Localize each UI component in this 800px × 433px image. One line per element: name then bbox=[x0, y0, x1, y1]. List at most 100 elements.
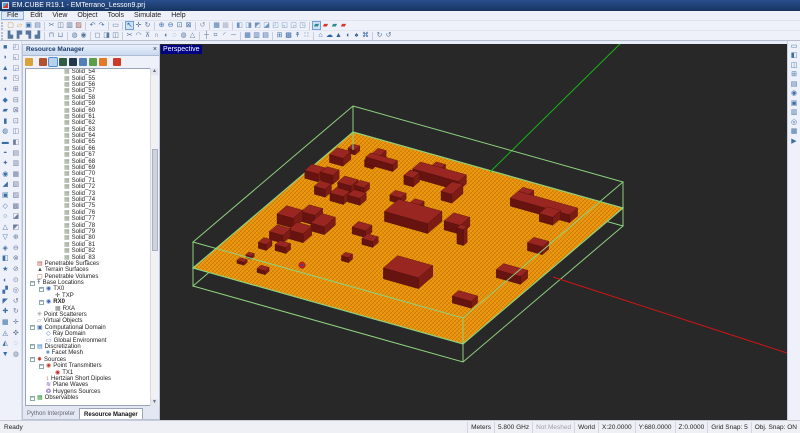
surface-shape-tool-8[interactable]: ⊡ bbox=[11, 117, 20, 126]
surface-shape-tool-28[interactable]: ✜ bbox=[11, 329, 20, 338]
solid-shape-tool-30[interactable]: ▼ bbox=[1, 350, 10, 359]
view-left-button[interactable]: ◩ bbox=[253, 21, 262, 30]
surface-shape-tool-23[interactable]: ⊙ bbox=[11, 276, 20, 285]
surface-shape-tool-5[interactable]: ⊞ bbox=[11, 85, 20, 94]
vegetation-tool[interactable]: ♠ bbox=[352, 31, 361, 40]
module-view-2-button[interactable]: ▰ bbox=[321, 21, 330, 30]
toolbar-grip[interactable] bbox=[1, 22, 4, 30]
rm-module-propagation-icon[interactable] bbox=[49, 58, 57, 66]
solid-shape-tool-12[interactable]: ✦ bbox=[1, 159, 10, 168]
draw-prism-tool[interactable]: ▜ bbox=[24, 31, 33, 40]
menu-item-view[interactable]: View bbox=[47, 11, 72, 20]
scatter-tool[interactable]: ∷ bbox=[302, 31, 311, 40]
menu-item-file[interactable]: File bbox=[1, 11, 24, 20]
solid-shape-tool-1[interactable]: ■ bbox=[1, 43, 10, 52]
draw-box-tool[interactable]: ▙ bbox=[6, 31, 15, 40]
draw-wedge-tool[interactable]: ▛ bbox=[15, 31, 24, 40]
target-button[interactable]: ◉ bbox=[790, 89, 799, 98]
surface-shape-tool-27[interactable]: ✛ bbox=[11, 318, 20, 327]
water-tool[interactable]: ◖ bbox=[343, 31, 352, 40]
revolve-tool[interactable]: ◖ bbox=[161, 31, 170, 40]
status-obj-snap[interactable]: Obj. Snap: ON bbox=[751, 422, 800, 433]
expand-minus-icon[interactable]: − bbox=[30, 281, 35, 286]
solid-shape-tool-22[interactable]: ★ bbox=[1, 265, 10, 274]
array-y-tool[interactable]: ▥ bbox=[252, 31, 261, 40]
tab-resource-manager[interactable]: Resource Manager bbox=[79, 408, 143, 419]
view-bottom-button[interactable]: ◨ bbox=[244, 21, 253, 30]
layers-button[interactable]: ▥ bbox=[790, 108, 799, 117]
rm-module-planar-icon[interactable] bbox=[69, 58, 77, 66]
loft-tool[interactable]: ∩ bbox=[152, 31, 161, 40]
solid-shape-tool-23[interactable]: ◐ bbox=[1, 276, 10, 285]
cloud-tool[interactable]: ☁ bbox=[325, 31, 334, 40]
notes-button[interactable]: ▤ bbox=[790, 80, 799, 89]
arc-tool[interactable]: ◜ bbox=[220, 31, 229, 40]
resource-manager-header[interactable]: Resource Manager × bbox=[23, 45, 159, 56]
surface-shape-tool-15[interactable]: ▨ bbox=[11, 191, 20, 200]
solid-shape-tool-28[interactable]: ◬ bbox=[1, 329, 10, 338]
solid-shape-tool-15[interactable]: ▣ bbox=[1, 191, 10, 200]
rm-project-icon[interactable] bbox=[25, 58, 33, 66]
module-view-3-button[interactable]: ▰ bbox=[330, 21, 339, 30]
globe-button[interactable]: ◎ bbox=[790, 118, 799, 127]
grid-toggle-button[interactable]: ▦ bbox=[212, 21, 221, 30]
surface-shape-tool-24[interactable]: ◎ bbox=[11, 286, 20, 295]
draw-ellipsoid-tool[interactable]: ◉ bbox=[79, 31, 88, 40]
solid-shape-tool-4[interactable]: ● bbox=[1, 74, 10, 83]
mesh-grid-tool[interactable]: ▩ bbox=[284, 31, 293, 40]
surface-shape-tool-9[interactable]: ◫ bbox=[11, 127, 20, 136]
solid-shape-tool-18[interactable]: △ bbox=[1, 223, 10, 232]
rotate-cw-tool[interactable]: ↻ bbox=[375, 31, 384, 40]
duplicate-view-button[interactable]: ◫ bbox=[790, 61, 799, 70]
solid-shape-tool-3[interactable]: ▲ bbox=[1, 64, 10, 73]
refresh-view-button[interactable]: ↺ bbox=[198, 21, 207, 30]
surface-shape-tool-17[interactable]: ◪ bbox=[11, 212, 20, 221]
solid-shape-tool-7[interactable]: ▰ bbox=[1, 106, 10, 115]
grid-points-tool[interactable]: ⌗ bbox=[211, 31, 220, 40]
solid-shape-tool-5[interactable]: ◖ bbox=[1, 85, 10, 94]
add-window-button[interactable]: ⊞ bbox=[790, 70, 799, 79]
surface-shape-tool-21[interactable]: ⊗ bbox=[11, 254, 20, 263]
sketch-button[interactable]: ◧ bbox=[790, 51, 799, 60]
zoom-out-button[interactable]: ⊖ bbox=[166, 21, 175, 30]
menu-item-edit[interactable]: Edit bbox=[25, 11, 47, 20]
base-tool[interactable]: ⌘ bbox=[361, 31, 370, 40]
close-icon[interactable]: × bbox=[153, 45, 157, 55]
toolbar-grip[interactable] bbox=[1, 32, 4, 40]
tab-python-interpreter[interactable]: Python Interpreter bbox=[23, 408, 79, 419]
cut-button[interactable]: ✂ bbox=[47, 21, 56, 30]
elevate-tool[interactable]: ↟ bbox=[293, 31, 302, 40]
surface-shape-tool-20[interactable]: ⊖ bbox=[11, 244, 20, 253]
array-grid-tool[interactable]: ▤ bbox=[261, 31, 270, 40]
surface-shape-tool-13[interactable]: ▦ bbox=[11, 170, 20, 179]
solid-shape-tool-21[interactable]: ◧ bbox=[1, 254, 10, 263]
surface-shape-tool-2[interactable]: ◱ bbox=[11, 53, 20, 62]
expand-minus-icon[interactable]: − bbox=[30, 344, 35, 349]
display-settings-button[interactable]: ▭ bbox=[790, 42, 799, 51]
module-view-1-button[interactable]: ▰ bbox=[312, 21, 321, 30]
menu-item-help[interactable]: Help bbox=[166, 11, 190, 20]
rm-module-metal-icon[interactable] bbox=[59, 58, 67, 66]
draw-uchannel-tool[interactable]: ⊓ bbox=[47, 31, 56, 40]
surface-shape-tool-12[interactable]: ▥ bbox=[11, 159, 20, 168]
solid-shape-tool-19[interactable]: ▽ bbox=[1, 233, 10, 242]
solid-shape-tool-24[interactable]: ▞ bbox=[1, 286, 10, 295]
line-tool[interactable]: ─ bbox=[229, 31, 238, 40]
expand-minus-icon[interactable]: − bbox=[30, 357, 35, 362]
view-right-button[interactable]: ◪ bbox=[262, 21, 271, 30]
draw-pyramid-tool[interactable]: ▟ bbox=[33, 31, 42, 40]
viewport-3d[interactable]: Perspective bbox=[160, 44, 787, 420]
menu-item-object[interactable]: Object bbox=[72, 11, 102, 20]
surface-shape-tool-26[interactable]: ↻ bbox=[11, 307, 20, 316]
cap-tool[interactable]: ◍ bbox=[179, 31, 188, 40]
solid-shape-tool-16[interactable]: ◇ bbox=[1, 202, 10, 211]
solid-shape-tool-9[interactable]: ◍ bbox=[1, 127, 10, 136]
copy-button[interactable]: ◫ bbox=[56, 21, 65, 30]
surface-shape-tool-6[interactable]: ⊟ bbox=[11, 96, 20, 105]
expand-minus-icon[interactable]: − bbox=[39, 364, 44, 369]
pan-view-button[interactable]: ✛ bbox=[134, 21, 143, 30]
tree-scrollbar[interactable]: ▲ ▼ bbox=[150, 68, 157, 406]
mesh-view-button[interactable]: ▩ bbox=[221, 21, 230, 30]
surface-shape-tool-18[interactable]: ◩ bbox=[11, 223, 20, 232]
scroll-down-icon[interactable]: ▼ bbox=[151, 399, 158, 406]
